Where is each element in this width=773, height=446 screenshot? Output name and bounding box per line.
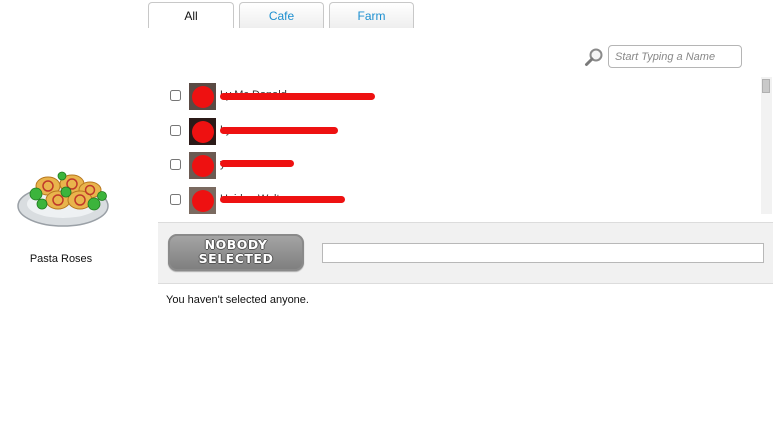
redaction-mark <box>220 93 375 100</box>
avatar <box>189 83 216 110</box>
tab-farm[interactable]: Farm <box>329 2 414 28</box>
nobody-selected-badge: NOBODY SELECTED <box>168 234 304 271</box>
avatar <box>189 152 216 179</box>
search-input[interactable] <box>608 45 742 68</box>
tab-all[interactable]: All <box>148 2 234 28</box>
friend-checkbox[interactable] <box>170 194 181 205</box>
avatar <box>189 187 216 214</box>
scrollbar-thumb[interactable] <box>762 79 770 93</box>
selection-bar: NOBODY SELECTED <box>158 222 773 284</box>
friend-row[interactable]: Ly <box>158 115 748 145</box>
gift-name: Pasta Roses <box>29 253 93 265</box>
tab-cafe[interactable]: Cafe <box>239 2 324 28</box>
friend-checkbox[interactable] <box>170 125 181 136</box>
friend-list: Ly Mc Donald Ly y Haiden Walt <box>158 77 772 217</box>
friend-checkbox[interactable] <box>170 159 181 170</box>
redaction-mark <box>220 196 345 203</box>
redaction-mark <box>220 160 294 167</box>
badge-line-1: NOBODY <box>204 237 268 252</box>
redaction-mark <box>220 127 338 134</box>
gift-image <box>17 171 109 227</box>
badge-line-2: SELECTED <box>198 251 274 266</box>
message-input[interactable] <box>322 243 764 263</box>
friend-checkbox[interactable] <box>170 90 181 101</box>
friend-list-scrollbar[interactable] <box>761 77 772 214</box>
search-icon <box>585 48 603 66</box>
friend-row[interactable]: y <box>158 149 748 179</box>
avatar <box>189 118 216 145</box>
selection-status: You haven't selected anyone. <box>166 294 309 306</box>
friend-row[interactable]: Haiden Walt <box>158 184 748 214</box>
friend-row[interactable]: Ly Mc Donald <box>158 80 748 110</box>
